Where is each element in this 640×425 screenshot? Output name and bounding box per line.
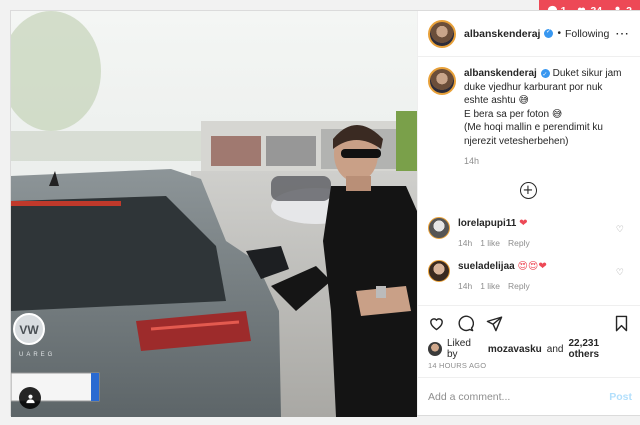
comment-time[interactable]: 14h [458,238,472,248]
add-comment-input[interactable] [428,390,610,403]
vw-badge: VW [19,323,39,337]
author-avatar[interactable] [428,19,456,48]
comment-likes[interactable]: 1 like [480,281,500,291]
like-comment-heart-icon[interactable]: ♡ [616,268,624,278]
comment-time[interactable]: 14h [458,281,472,291]
caption-text: albanskenderaj Duket sikur jam duke vjed… [464,67,628,148]
caption-line-3: (Me hoqi mallin e perendimit ku njerezit… [464,122,603,147]
liker-avatar[interactable] [428,342,442,356]
tagged-users-button[interactable] [19,387,41,409]
liker-username[interactable]: mozavasku [488,344,542,355]
caption-emoji-1: 😅 [518,95,529,106]
caption-time[interactable]: 14h [464,156,628,166]
post-header: albanskenderaj • Following ⋯ [418,11,640,57]
post-timestamp[interactable]: 14 HOURS AGO [418,357,640,377]
save-bookmark-icon[interactable] [613,315,630,332]
caption-avatar[interactable] [428,67,456,95]
post-caption: albanskenderaj Duket sikur jam duke vjed… [428,67,628,166]
verified-badge-icon [540,68,550,81]
comment-item: lorelapupi11 ❤ 14h 1 like Reply ♡ [428,217,628,248]
following-button[interactable]: Following [565,28,609,40]
comment-likes[interactable]: 1 like [480,238,500,248]
post-modal: VW UAREG albanskenderaj ✓ • Following ⋯ … [10,10,640,417]
likes-summary: Liked by mozavasku and 22,231 others [418,338,640,360]
like-heart-icon[interactable] [428,315,445,332]
comment-item: sueladelijaa 😍😍❤ 14h 1 like Reply ♡ [428,260,628,291]
verified-badge-icon [544,28,554,38]
liked-by-and: and [546,343,564,355]
comment-bubble-icon[interactable] [457,315,474,332]
load-more-comments-button[interactable]: + [428,182,628,199]
share-paper-plane-icon[interactable] [486,315,503,332]
commenter-avatar[interactable] [428,217,450,239]
commenter-username[interactable]: lorelapupi11 [458,218,516,229]
post-comment-button[interactable]: Post [609,391,632,403]
comment-text: ❤ [519,218,528,229]
commenter-avatar[interactable] [428,260,450,282]
reply-button[interactable]: Reply [508,238,530,248]
post-actions-bar [418,305,640,341]
post-side-panel: albanskenderaj • Following ⋯ albanskende… [417,11,640,415]
caption-line-2: E bera sa per foton [464,108,550,120]
person-icon [25,394,35,403]
add-comment-bar: Post [418,377,640,415]
photo-illustration: VW UAREG [11,11,417,417]
commenter-username[interactable]: sueladelijaa [458,261,515,272]
like-comment-heart-icon[interactable]: ♡ [616,225,624,235]
plus-circle-icon: + [519,182,537,199]
reply-button[interactable]: Reply [508,281,530,291]
comments-section: albanskenderaj Duket sikur jam duke vjed… [418,57,640,305]
more-options-icon[interactable]: ⋯ [615,25,630,42]
post-photo[interactable]: VW UAREG [11,11,417,417]
caption-username[interactable]: albanskenderaj [464,68,537,79]
caption-emoji-2: 😅 [551,108,563,120]
comment-text: 😍😍❤ [517,261,547,272]
model-lettering: UAREG [19,352,55,358]
author-username[interactable]: albanskenderaj [464,28,540,40]
header-separator: • [557,28,561,39]
